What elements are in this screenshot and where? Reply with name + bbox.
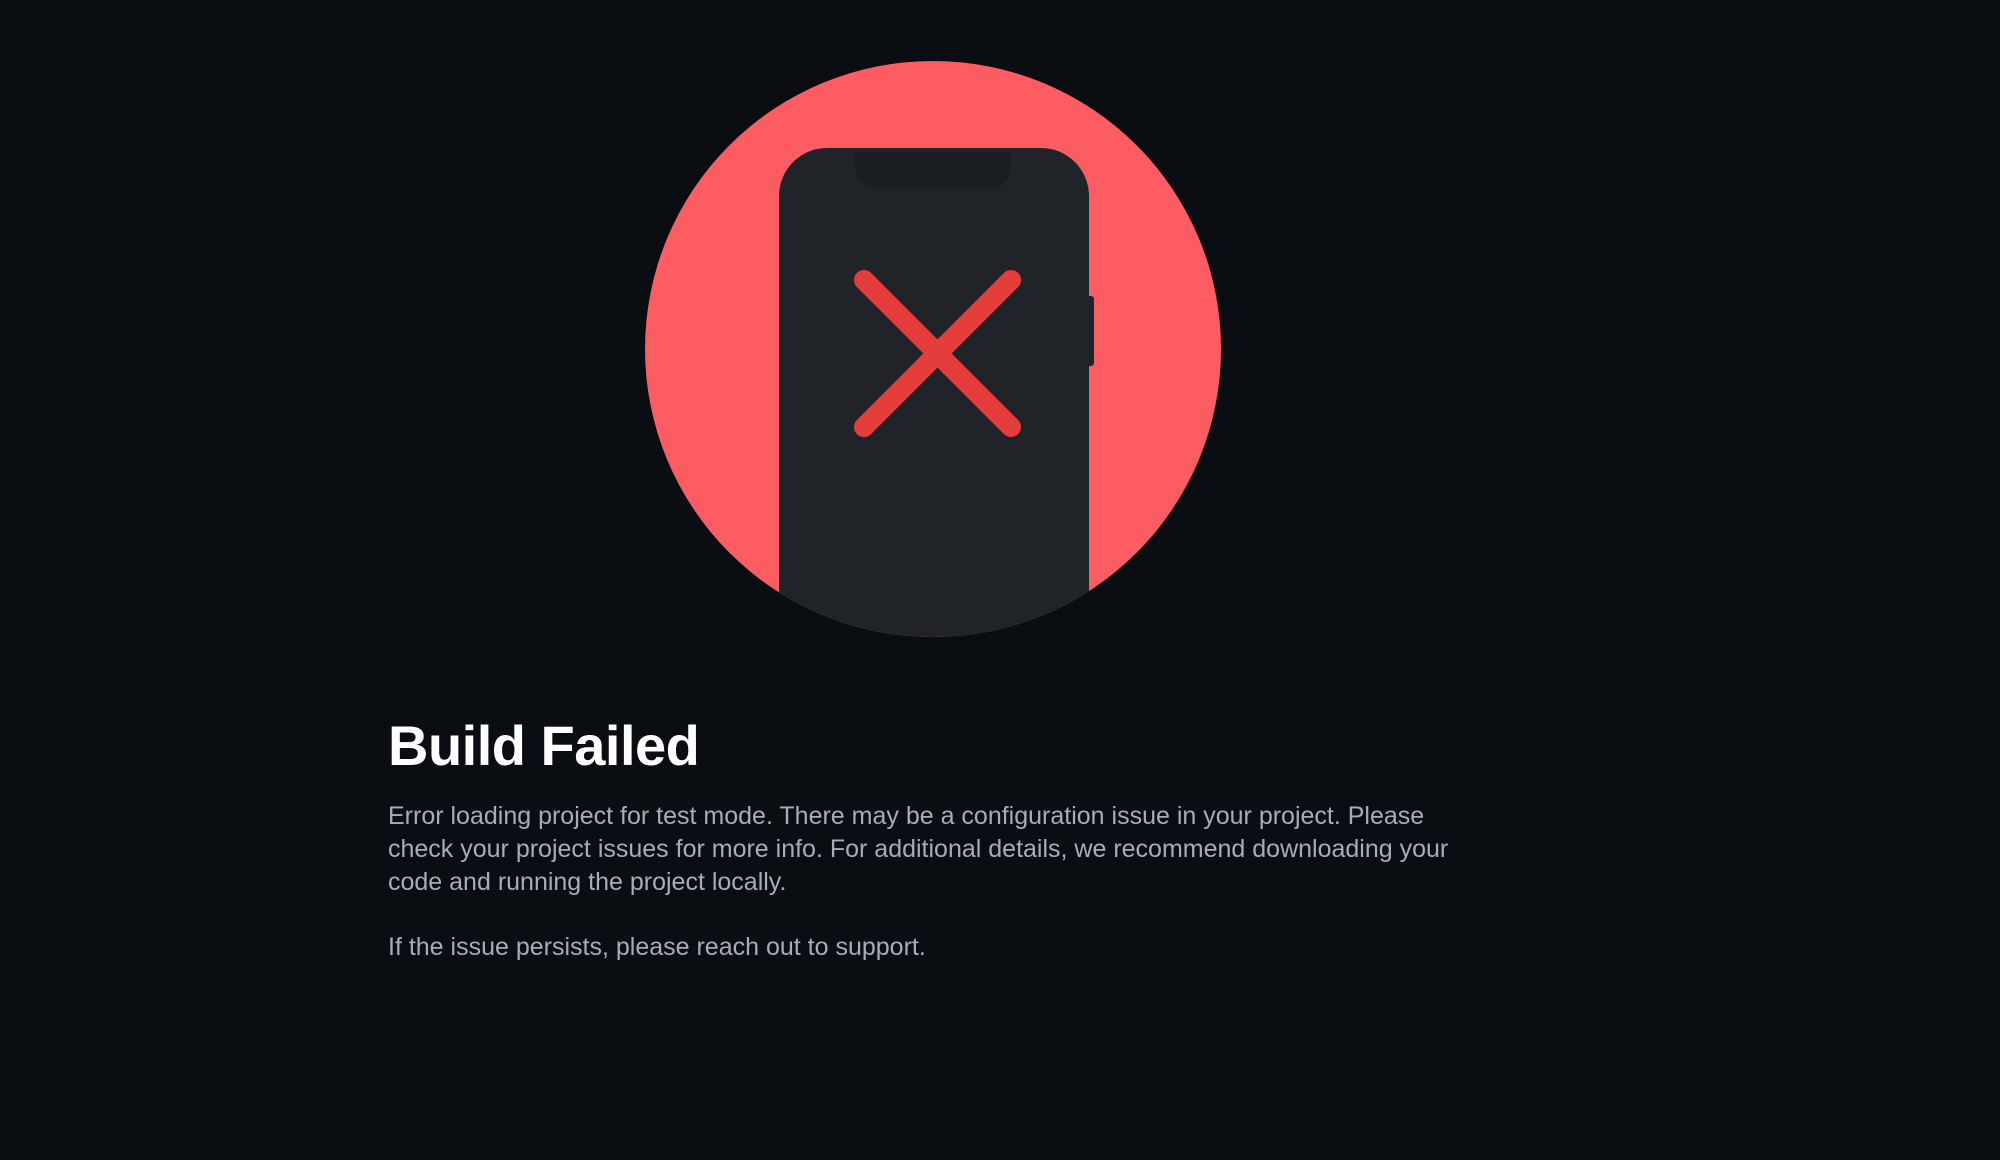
phone-with-error-x-icon <box>645 61 1221 637</box>
error-title: Build Failed <box>388 714 700 777</box>
error-content: Build Failed Error loading project for t… <box>388 710 1488 964</box>
phone-icon <box>779 148 1094 637</box>
error-message: Error loading project for test mode. The… <box>388 802 1449 896</box>
build-failed-illustration <box>645 61 1221 637</box>
support-message: If the issue persists, please reach out … <box>388 933 926 961</box>
